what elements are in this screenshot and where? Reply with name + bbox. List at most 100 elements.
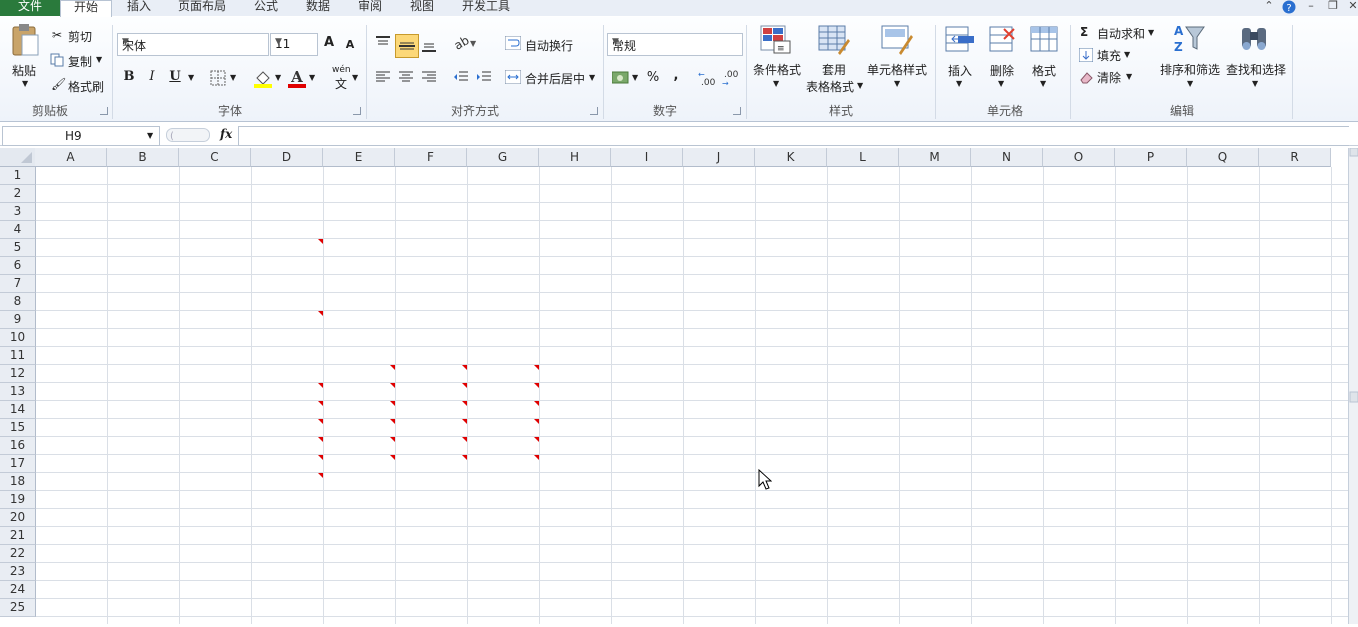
cell-styles-dropdown[interactable]: ▼ — [894, 79, 900, 88]
paste-label[interactable]: 粘贴 — [12, 62, 36, 79]
comment-indicator-F12[interactable] — [462, 365, 467, 370]
font-name-combo[interactable]: 宋体 ▼ — [117, 33, 269, 56]
format-painter-button[interactable]: 格式刷 — [68, 78, 104, 95]
wrap-text-icon[interactable] — [504, 35, 522, 53]
font-color-icon[interactable]: A — [287, 68, 307, 91]
column-header-J[interactable]: J — [683, 148, 755, 167]
column-header-C[interactable]: C — [179, 148, 251, 167]
decrease-indent-icon[interactable] — [453, 70, 469, 87]
help-icon[interactable]: ? — [1280, 0, 1298, 14]
find-select-dropdown[interactable]: ▼ — [1252, 79, 1258, 88]
percent-button[interactable]: % — [644, 68, 662, 88]
find-select-button[interactable]: 查找和选择 — [1226, 61, 1286, 78]
tab-view[interactable]: 视图 — [406, 0, 438, 16]
column-header-N[interactable]: N — [971, 148, 1043, 167]
comment-indicator-F15[interactable] — [462, 419, 467, 424]
delete-cells-button[interactable]: 删除 — [990, 62, 1014, 79]
bold-button[interactable]: B — [120, 67, 138, 87]
minimize-icon[interactable]: – — [1302, 0, 1320, 14]
tab-insert[interactable]: 插入 — [124, 0, 154, 16]
comment-indicator-D18[interactable] — [318, 473, 323, 478]
comment-indicator-D16[interactable] — [318, 437, 323, 442]
conditional-formatting-button[interactable]: 条件格式 — [753, 61, 801, 78]
copy-dropdown[interactable]: ▼ — [96, 55, 102, 64]
scissors-icon[interactable]: ✂ — [52, 28, 62, 42]
row-header-8[interactable]: 8 — [0, 293, 36, 311]
comment-indicator-E14[interactable] — [390, 401, 395, 406]
column-header-G[interactable]: G — [467, 148, 539, 167]
align-middle-icon[interactable] — [395, 34, 419, 58]
row-header-5[interactable]: 5 — [0, 239, 36, 257]
format-cells-icon[interactable] — [1029, 25, 1061, 58]
row-header-23[interactable]: 23 — [0, 563, 36, 581]
italic-button[interactable]: I — [143, 67, 161, 87]
column-header-E[interactable]: E — [323, 148, 395, 167]
underline-dropdown[interactable]: ▼ — [188, 73, 194, 82]
copy-icon[interactable] — [50, 53, 64, 70]
column-header-H[interactable]: H — [539, 148, 611, 167]
phonetic-dropdown[interactable]: ▼ — [352, 73, 358, 82]
underline-button[interactable]: U — [166, 67, 184, 87]
comment-indicator-F13[interactable] — [462, 383, 467, 388]
autosum-dropdown[interactable]: ▼ — [1148, 28, 1154, 37]
column-header-A[interactable]: A — [35, 148, 107, 167]
comment-indicator-F17[interactable] — [462, 455, 467, 460]
tab-data[interactable]: 数据 — [302, 0, 334, 16]
orientation-icon[interactable]: ab ▼ — [452, 33, 478, 54]
binoculars-icon[interactable] — [1239, 24, 1271, 57]
comment-indicator-D13[interactable] — [318, 383, 323, 388]
phonetic-guide-icon[interactable]: wén 文 — [332, 65, 351, 92]
cut-button[interactable]: 剪切 — [68, 28, 92, 45]
clipboard-launcher-icon[interactable] — [100, 107, 108, 115]
border-dropdown[interactable]: ▼ — [230, 73, 236, 82]
tab-home[interactable]: 开始 — [60, 0, 112, 18]
comment-indicator-E17[interactable] — [390, 455, 395, 460]
row-header-22[interactable]: 22 — [0, 545, 36, 563]
conditional-formatting-icon[interactable]: ≡ — [760, 25, 792, 58]
sort-filter-icon[interactable]: AZ — [1174, 23, 1206, 58]
align-left-icon[interactable] — [375, 70, 391, 87]
tab-formulas[interactable]: 公式 — [250, 0, 282, 16]
column-header-K[interactable]: K — [755, 148, 827, 167]
tab-developer[interactable]: 开发工具 — [458, 0, 514, 16]
merge-center-icon[interactable] — [504, 69, 522, 87]
row-header-20[interactable]: 20 — [0, 509, 36, 527]
row-header-16[interactable]: 16 — [0, 437, 36, 455]
fill-icon[interactable] — [1078, 47, 1094, 65]
comma-button[interactable]: , — [668, 66, 684, 86]
collapse-ribbon-icon[interactable]: ⌃ — [1260, 0, 1278, 14]
comment-indicator-G12[interactable] — [534, 365, 539, 370]
increase-indent-icon[interactable] — [476, 70, 492, 87]
format-as-table-label-2[interactable]: 表格格式 — [806, 78, 854, 95]
row-header-1[interactable]: 1 — [0, 167, 36, 185]
align-top-icon[interactable] — [375, 35, 391, 52]
column-header-B[interactable]: B — [107, 148, 179, 167]
restore-icon[interactable]: ❐ — [1324, 0, 1342, 14]
insert-dropdown[interactable]: ▼ — [956, 79, 962, 88]
comment-indicator-E13[interactable] — [390, 383, 395, 388]
column-header-F[interactable]: F — [395, 148, 467, 167]
fill-color-dropdown[interactable]: ▼ — [275, 73, 281, 82]
row-header-6[interactable]: 6 — [0, 257, 36, 275]
tab-file[interactable]: 文件 — [0, 0, 60, 16]
comment-indicator-E12[interactable] — [390, 365, 395, 370]
comment-indicator-E16[interactable] — [390, 437, 395, 442]
delete-dropdown[interactable]: ▼ — [998, 79, 1004, 88]
comment-indicator-F14[interactable] — [462, 401, 467, 406]
formula-bar-resize-handle[interactable]: ( — [166, 128, 210, 145]
font-color-dropdown[interactable]: ▼ — [309, 73, 315, 82]
cell-styles-button[interactable]: 单元格样式 — [867, 61, 927, 78]
column-header-I[interactable]: I — [611, 148, 683, 167]
clear-dropdown[interactable]: ▼ — [1126, 72, 1132, 81]
row-header-4[interactable]: 4 — [0, 221, 36, 239]
row-header-13[interactable]: 13 — [0, 383, 36, 401]
merge-dropdown[interactable]: ▼ — [589, 73, 595, 82]
comment-indicator-F16[interactable] — [462, 437, 467, 442]
cell-styles-icon[interactable] — [881, 25, 913, 58]
insert-cells-button[interactable]: 插入 — [948, 62, 972, 79]
comment-indicator-D9[interactable] — [318, 311, 323, 316]
align-bottom-icon[interactable] — [421, 39, 437, 56]
eraser-icon[interactable] — [1079, 70, 1093, 87]
format-as-table-dropdown[interactable]: ▼ — [857, 81, 863, 90]
column-header-M[interactable]: M — [899, 148, 971, 167]
